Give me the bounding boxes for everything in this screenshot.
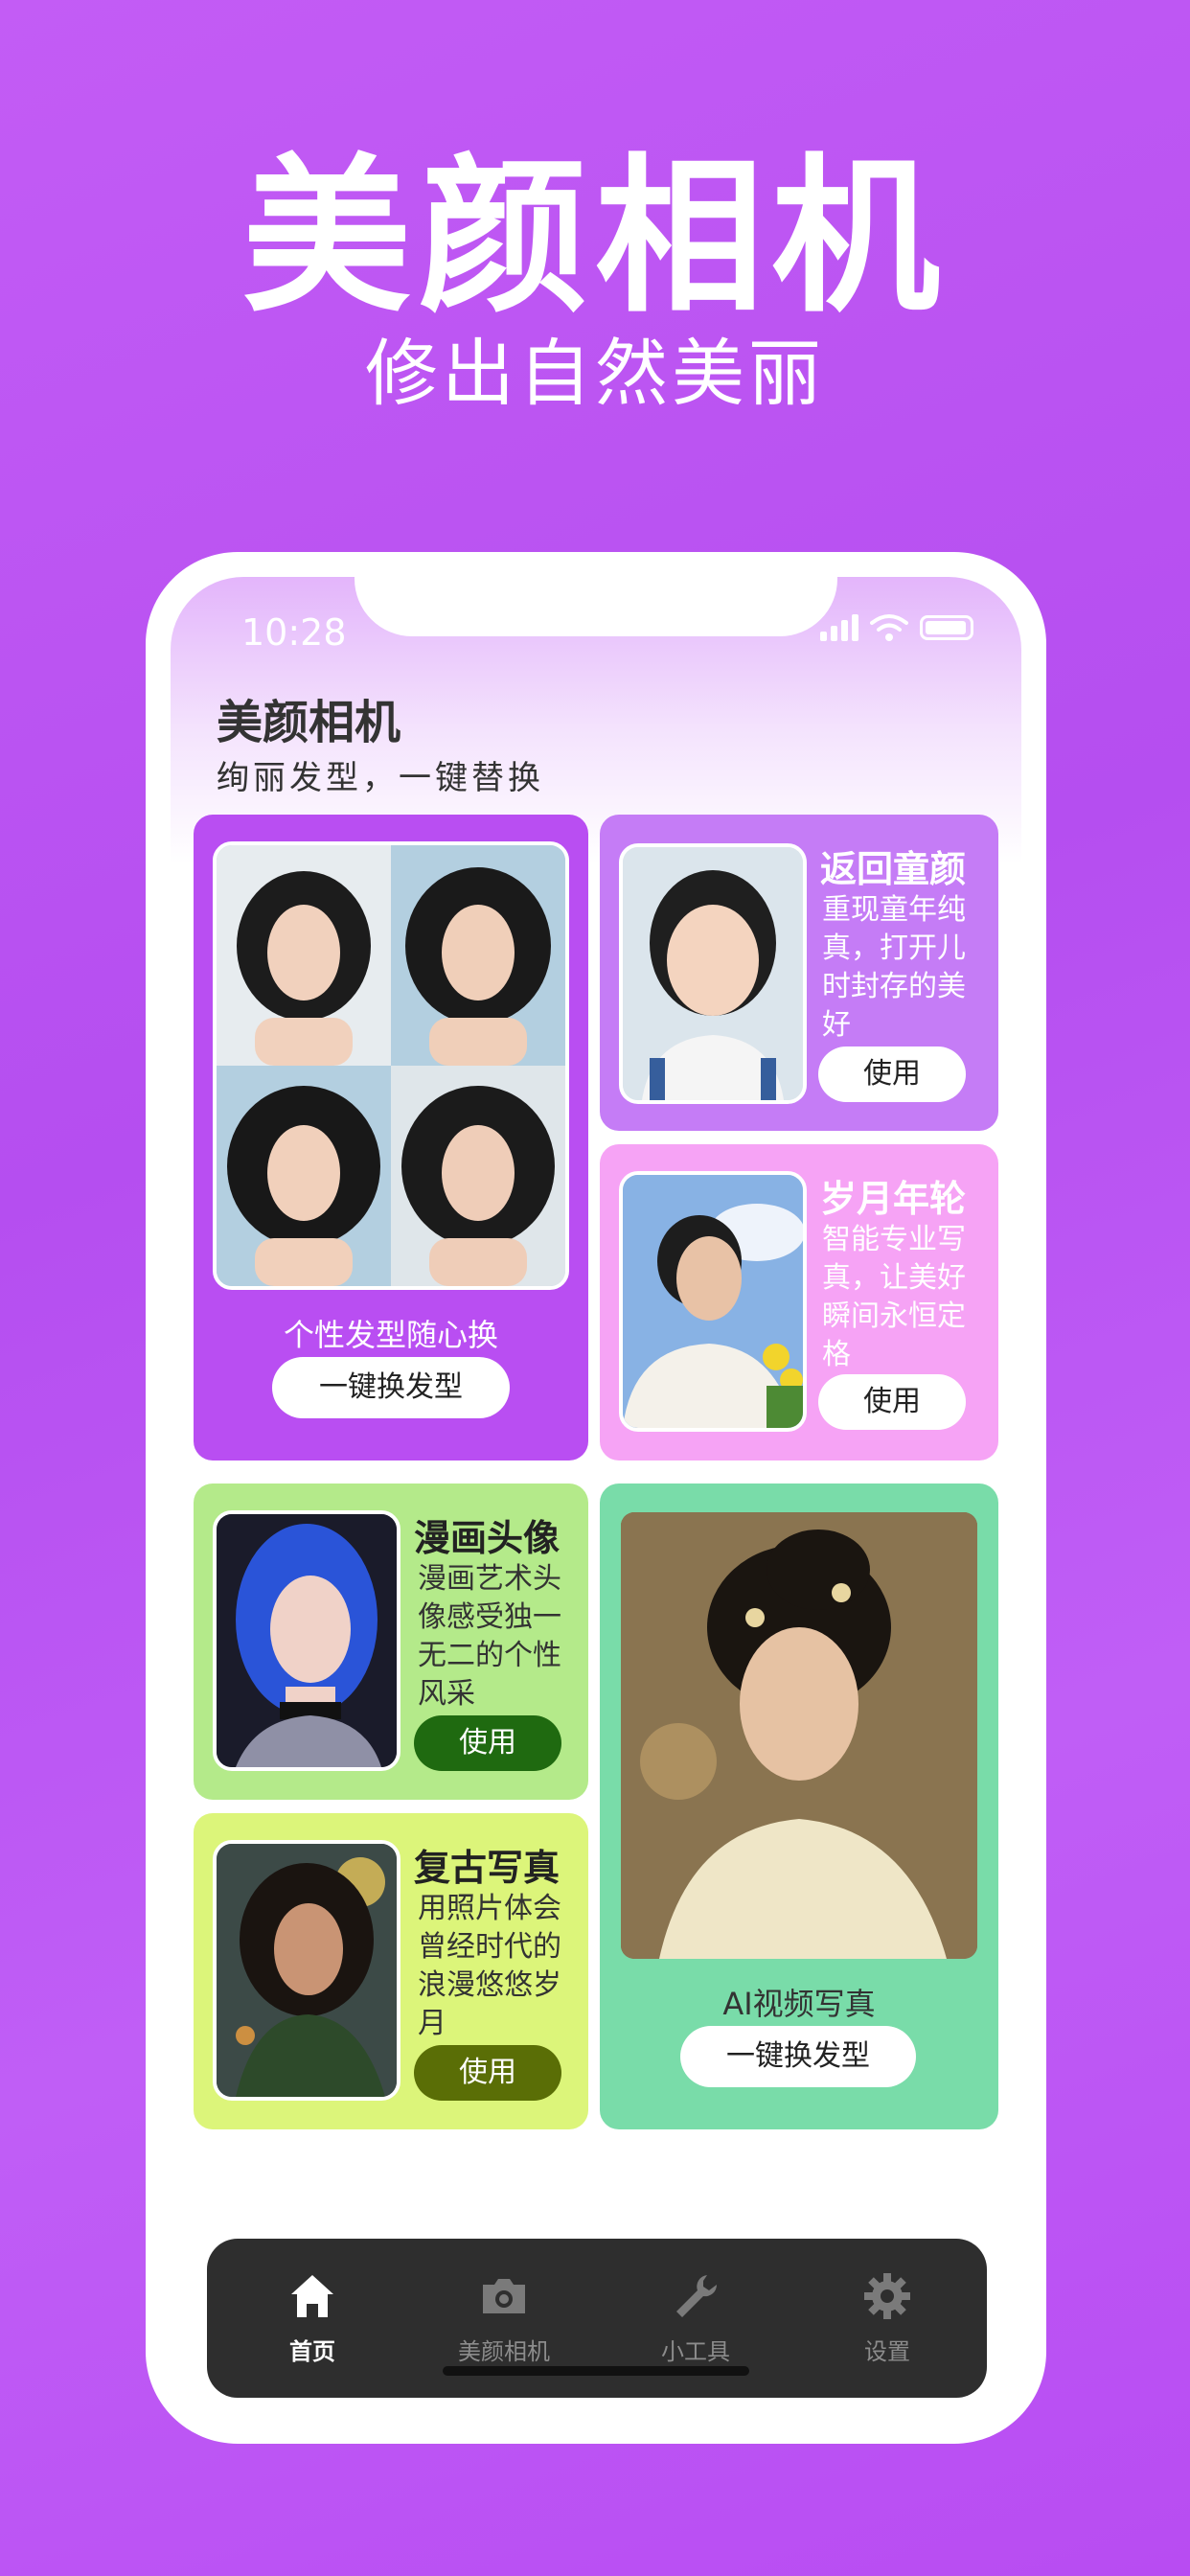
- tab-tools-label: 小工具: [661, 2338, 730, 2365]
- hairstyle-caption: 个性发型随心换: [283, 1317, 498, 1353]
- hairstyle-photo-grid: [213, 841, 569, 1290]
- childhood-card[interactable]: 返回童颜 重现童年纯真，打开儿时封存的美好 使用: [600, 815, 998, 1131]
- home-icon: [291, 2275, 333, 2317]
- tab-camera-label: 美颜相机: [458, 2338, 550, 2365]
- video-card[interactable]: AI视频写真 一键换发型: [600, 1484, 998, 2129]
- hairstyle-button[interactable]: 一键换发型: [272, 1357, 510, 1418]
- years-desc: 智能专业写真，让美好瞬间永恒定格: [822, 1223, 966, 1371]
- retro-desc: 用照片体会曾经时代的浪漫悠悠岁月: [418, 1892, 561, 2040]
- hairstyle-portraits: [217, 845, 565, 1286]
- status-time: 10:28: [241, 611, 347, 654]
- comic-photo: [213, 1510, 400, 1771]
- status-icons: [820, 613, 973, 642]
- hairstyle-card[interactable]: 个性发型随心换 一键换发型: [194, 815, 588, 1460]
- home-indicator[interactable]: [443, 2366, 749, 2376]
- traditional-costume-portrait: [621, 1512, 977, 1959]
- wifi-icon: [870, 614, 908, 641]
- comic-title: 漫画头像: [414, 1517, 561, 1559]
- gear-icon: [864, 2273, 910, 2319]
- years-card[interactable]: 岁月年轮 智能专业写真，让美好瞬间永恒定格 使用: [600, 1144, 998, 1460]
- tab-home[interactable]: 首页: [245, 2269, 379, 2366]
- childhood-photo: [619, 843, 807, 1104]
- retro-photo: [213, 1840, 400, 2101]
- tab-camera[interactable]: 美颜相机: [437, 2269, 571, 2366]
- years-photo: [619, 1171, 807, 1432]
- battery-icon: [920, 615, 973, 640]
- tab-settings[interactable]: 设置: [820, 2269, 954, 2366]
- childhood-button[interactable]: 使用: [818, 1046, 966, 1102]
- headline-title: 美颜相机: [241, 139, 948, 335]
- video-caption: AI视频写真: [722, 1986, 876, 2022]
- phone-screen: 10:28 美颜相机 绚丽发型，一键替换 个性发型随心换 一键换发型 返回童颜 …: [171, 577, 1021, 2419]
- girl-flowers-portrait: [623, 1175, 803, 1428]
- headline-subtitle: 修出自然美丽: [365, 331, 825, 416]
- video-button[interactable]: 一键换发型: [680, 2026, 916, 2087]
- retro-title: 复古写真: [414, 1847, 561, 1889]
- signal-icon: [820, 614, 858, 641]
- curly-hair-portrait: [217, 1844, 397, 2097]
- camera-icon: [483, 2279, 525, 2313]
- comic-desc: 漫画艺术头像感受独一无二的个性风采: [418, 1562, 561, 1711]
- app-title: 美颜相机: [217, 696, 401, 749]
- retro-button[interactable]: 使用: [414, 2045, 561, 2101]
- childhood-desc: 重现童年纯真，打开儿时封存的美好: [822, 893, 966, 1042]
- comic-button[interactable]: 使用: [414, 1715, 561, 1771]
- tab-settings-label: 设置: [864, 2338, 910, 2365]
- comic-card[interactable]: 漫画头像 漫画艺术头像感受独一无二的个性风采 使用: [194, 1484, 588, 1800]
- tab-home-label: 首页: [289, 2338, 335, 2365]
- years-title: 岁月年轮: [820, 1178, 967, 1220]
- years-button[interactable]: 使用: [818, 1374, 966, 1430]
- retro-card[interactable]: 复古写真 用照片体会曾经时代的浪漫悠悠岁月 使用: [194, 1813, 588, 2129]
- notch: [355, 577, 837, 636]
- blue-hair-portrait: [217, 1514, 397, 1767]
- phone-frame: 10:28 美颜相机 绚丽发型，一键替换 个性发型随心换 一键换发型 返回童颜 …: [146, 552, 1046, 2444]
- childhood-title: 返回童颜: [820, 848, 967, 890]
- video-photo: [621, 1512, 977, 1959]
- child-portrait: [623, 847, 803, 1100]
- app-subtitle: 绚丽发型，一键替换: [217, 759, 544, 797]
- wrench-icon: [676, 2275, 718, 2317]
- tab-tools[interactable]: 小工具: [629, 2269, 763, 2366]
